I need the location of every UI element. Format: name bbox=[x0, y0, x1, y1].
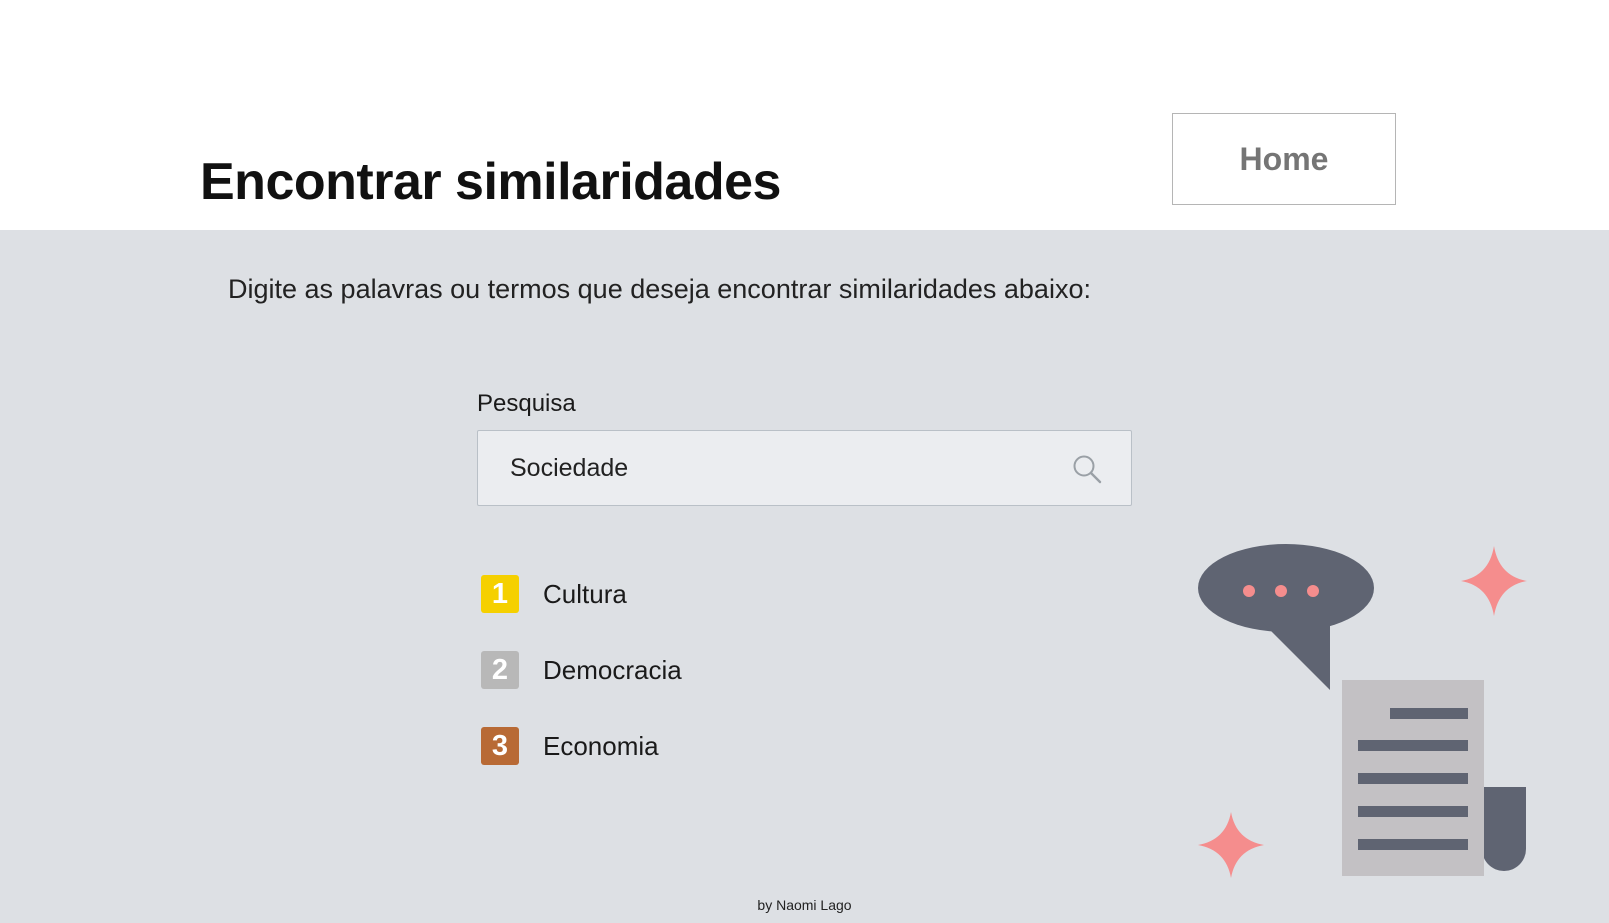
header: Encontrar similaridades Home bbox=[0, 0, 1609, 230]
sparkle-icon bbox=[1198, 812, 1264, 878]
rank-badge-1: 1 bbox=[481, 575, 519, 613]
footer-credit: by Naomi Lago bbox=[757, 897, 852, 913]
instructions-text: Digite as palavras ou termos que deseja … bbox=[228, 274, 1091, 304]
page-title: Encontrar similaridades bbox=[200, 153, 781, 211]
result-label[interactable]: Cultura bbox=[543, 579, 627, 610]
rank-badge-3: 3 bbox=[481, 727, 519, 765]
result-label[interactable]: Economia bbox=[543, 731, 659, 762]
document-scroll-icon bbox=[1342, 680, 1526, 876]
chat-document-illustration bbox=[1190, 540, 1540, 890]
sparkle-icon bbox=[1461, 546, 1527, 616]
result-item-2[interactable]: 2 Democracia bbox=[481, 651, 682, 689]
search-label: Pesquisa bbox=[477, 390, 576, 417]
result-label[interactable]: Democracia bbox=[543, 655, 682, 686]
main-content: Digite as palavras ou termos que deseja … bbox=[0, 230, 1609, 923]
search-box bbox=[477, 430, 1132, 506]
result-item-3[interactable]: 3 Economia bbox=[481, 727, 659, 765]
search-input[interactable] bbox=[478, 431, 1068, 505]
home-button[interactable]: Home bbox=[1172, 113, 1396, 205]
rank-badge-2: 2 bbox=[481, 651, 519, 689]
result-item-1[interactable]: 1 Cultura bbox=[481, 575, 627, 613]
search-icon[interactable] bbox=[1071, 453, 1103, 485]
speech-bubble-icon bbox=[1198, 544, 1374, 690]
